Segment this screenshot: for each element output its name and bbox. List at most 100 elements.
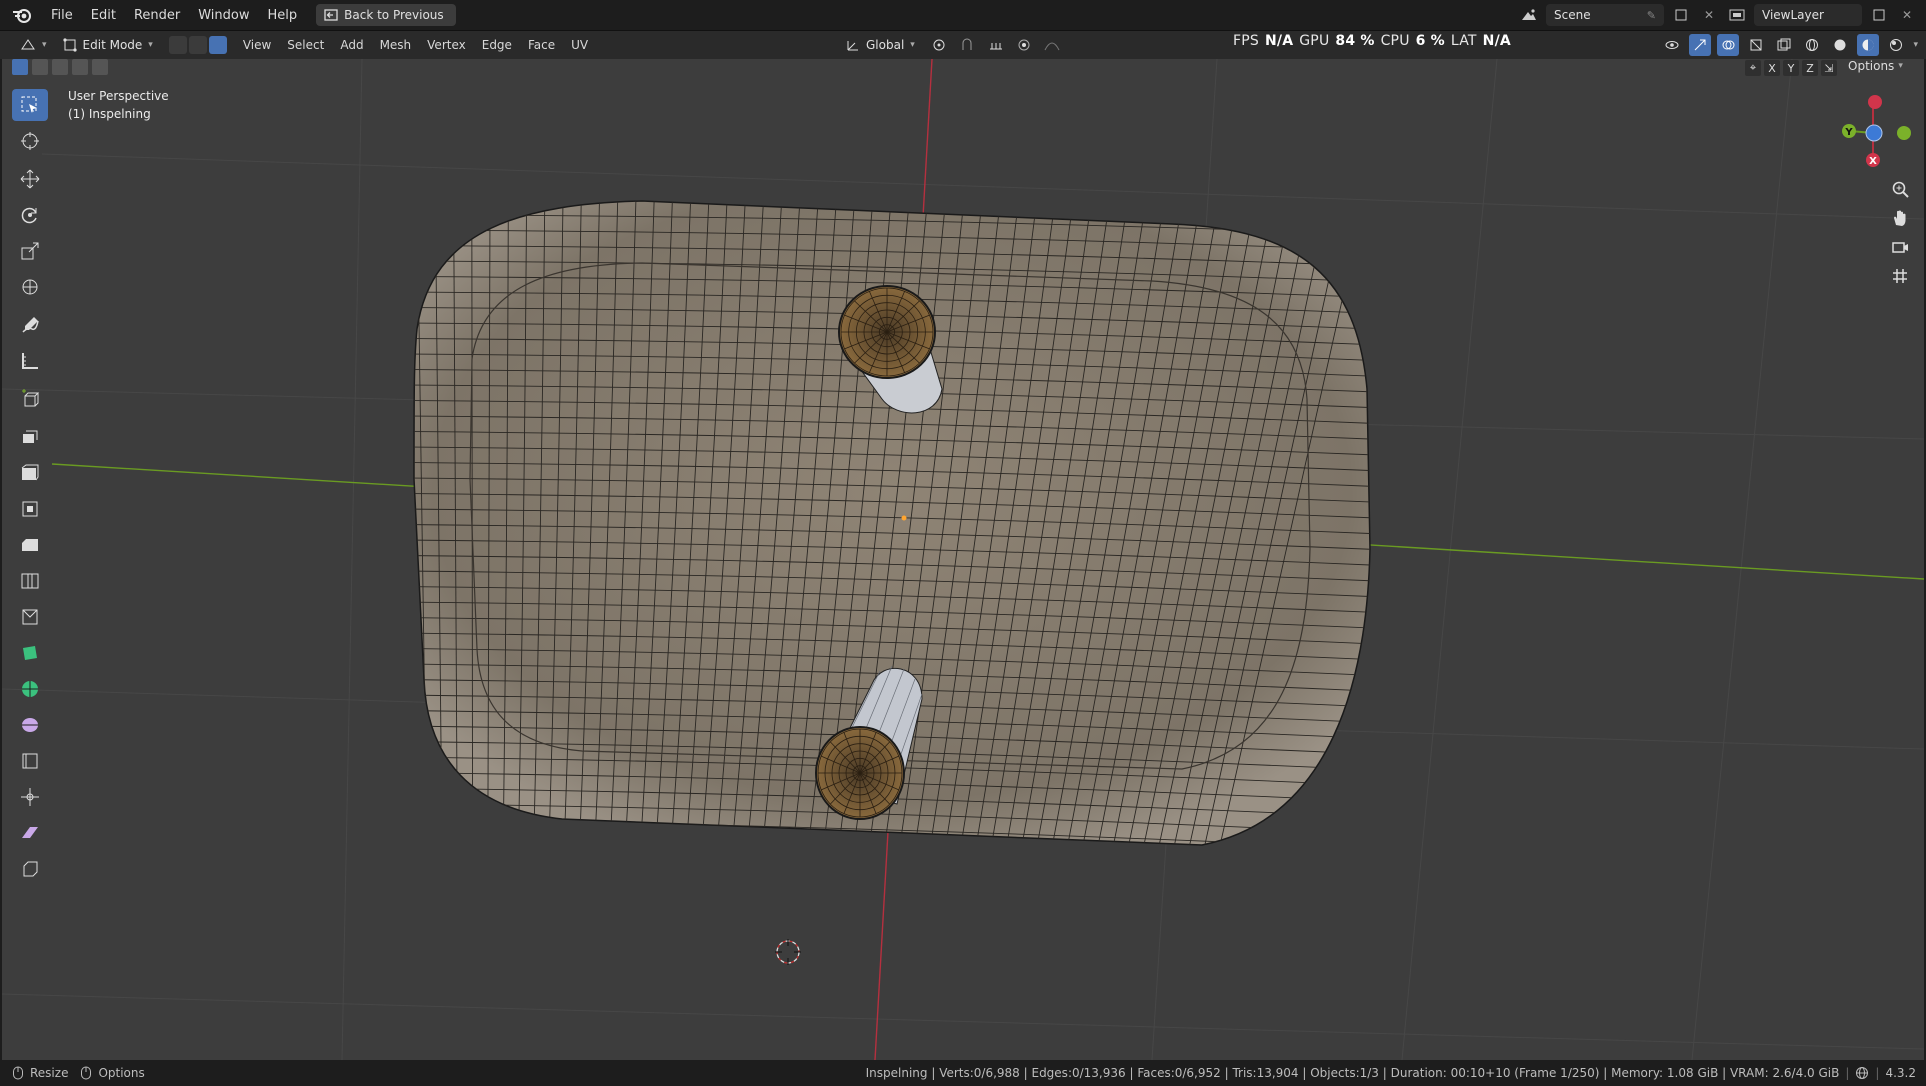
overlays-icon[interactable] <box>1717 34 1740 56</box>
back-to-previous-label: Back to Previous <box>344 8 444 22</box>
visibility-icon[interactable] <box>1661 34 1683 56</box>
hand-icon[interactable] <box>1886 204 1914 232</box>
wireframe-shading-icon[interactable] <box>1801 34 1823 56</box>
menu-select[interactable]: Select <box>279 38 332 52</box>
viewlayer-icon[interactable] <box>1726 4 1748 26</box>
back-to-previous-button[interactable]: Back to Previous <box>316 4 456 26</box>
falloff-icon[interactable] <box>1041 34 1063 56</box>
gizmo-neg-x[interactable] <box>1868 95 1882 109</box>
menu-view[interactable]: View <box>235 38 279 52</box>
shrink-tool[interactable] <box>12 745 48 777</box>
menu-uv[interactable]: UV <box>563 38 596 52</box>
scene-selector[interactable]: Scene ✎ <box>1546 4 1664 26</box>
rip-region-tool[interactable] <box>12 853 48 885</box>
new-scene-icon[interactable] <box>1670 4 1692 26</box>
menu-help[interactable]: Help <box>259 0 307 31</box>
rendered-shading-icon[interactable] <box>1885 34 1907 56</box>
rip-tool[interactable] <box>12 817 48 849</box>
scene-statistics: Inspelning | Verts:0/6,988 | Edges:0/13,… <box>865 1066 1840 1080</box>
mirror-options-icon[interactable]: ⌖ <box>1745 60 1761 76</box>
smooth-tool[interactable] <box>12 673 48 705</box>
spin-tool[interactable] <box>12 637 48 669</box>
select-intersect-icon[interactable] <box>92 59 108 75</box>
polybuild-tool[interactable] <box>12 601 48 633</box>
select-box-tool[interactable] <box>12 89 48 121</box>
menu-edit[interactable]: Edit <box>82 0 125 31</box>
editor-type-button[interactable]: ▾ <box>12 34 55 56</box>
add-cube-tool[interactable] <box>12 383 48 415</box>
mirror-y-toggle[interactable]: Y <box>1783 60 1799 76</box>
menu-render[interactable]: Render <box>125 0 189 31</box>
menu-window[interactable]: Window <box>189 0 258 31</box>
orientation-selector[interactable]: Global ▾ <box>838 34 923 56</box>
menu-face[interactable]: Face <box>520 38 563 52</box>
options-dropdown[interactable]: Options ▾ <box>1848 59 1903 73</box>
face-select-mode[interactable] <box>208 36 227 54</box>
transform-tool[interactable] <box>12 271 48 303</box>
gizmo-toggle-icon[interactable] <box>1689 34 1712 56</box>
options-label: Options <box>1848 59 1895 73</box>
shading-dropdown-icon[interactable]: ▾ <box>1913 40 1918 50</box>
measure-icon <box>22 353 38 369</box>
extrude-tool[interactable] <box>12 419 48 451</box>
select-new-icon[interactable] <box>12 59 28 75</box>
menu-vertex[interactable]: Vertex <box>419 38 474 52</box>
edge-slide-tool[interactable] <box>12 709 48 741</box>
zoom-icon[interactable] <box>1886 175 1914 203</box>
solid-shading-icon[interactable] <box>1829 34 1851 56</box>
mode-selector[interactable]: Edit Mode ▾ <box>55 34 161 56</box>
new-viewlayer-icon[interactable] <box>1868 4 1890 26</box>
orientation-icon <box>847 41 858 51</box>
knife-tool[interactable] <box>12 565 48 597</box>
mirror-x-toggle[interactable]: X <box>1764 60 1780 76</box>
mesh-overlays-icon[interactable] <box>1745 34 1767 56</box>
3d-cursor[interactable] <box>775 939 801 965</box>
inset-tool[interactable] <box>12 457 48 489</box>
scale-tool[interactable] <box>12 235 48 267</box>
menu-edge[interactable]: Edge <box>474 38 520 52</box>
annotate-tool[interactable] <box>12 309 48 341</box>
select-invert-icon[interactable] <box>72 59 88 75</box>
3d-viewport[interactable]: User Perspective (1) Inspelning <box>2 59 1924 1060</box>
material-shading-icon[interactable] <box>1857 34 1880 56</box>
measure-tool[interactable] <box>12 345 48 377</box>
cursor-tool[interactable] <box>12 125 48 157</box>
shear-tool[interactable] <box>12 781 48 813</box>
edge-select-mode[interactable] <box>188 36 207 54</box>
polybuild-icon <box>22 609 38 625</box>
scene-icon[interactable] <box>1518 4 1540 26</box>
mirror-z-toggle[interactable]: Z <box>1802 60 1818 76</box>
proportional-edit-icon[interactable] <box>1013 34 1035 56</box>
grid-icon[interactable] <box>1886 262 1914 290</box>
snap-icon[interactable] <box>957 34 979 56</box>
vertex-select-mode[interactable] <box>168 36 187 54</box>
xray-icon[interactable] <box>1773 34 1795 56</box>
move-tool[interactable] <box>12 163 48 195</box>
menu-mesh[interactable]: Mesh <box>372 38 420 52</box>
lat-value: N/A <box>1482 33 1511 49</box>
menu-add[interactable]: Add <box>332 38 371 52</box>
pin-icon[interactable]: ✎ <box>1647 9 1656 22</box>
snap-target-icon[interactable] <box>985 34 1007 56</box>
camera-icon[interactable] <box>1886 233 1914 261</box>
rotate-tool[interactable] <box>12 199 48 231</box>
navigation-gizmo[interactable]: Y X <box>1825 89 1915 169</box>
blender-logo-icon[interactable] <box>10 3 34 27</box>
pivot-icon[interactable] <box>929 34 951 56</box>
menu-file[interactable]: File <box>42 0 82 31</box>
gizmo-neg-y[interactable] <box>1897 126 1911 140</box>
select-extend-icon[interactable] <box>32 59 48 75</box>
rotate-icon <box>21 207 37 224</box>
viewlayer-selector[interactable]: ViewLayer <box>1754 4 1862 26</box>
loopcut-tool[interactable] <box>12 529 48 561</box>
select-subtract-icon[interactable] <box>52 59 68 75</box>
mesh-object[interactable] <box>402 189 1382 859</box>
selection-mode-row <box>12 59 108 75</box>
delete-viewlayer-icon[interactable]: ✕ <box>1896 4 1918 26</box>
gizmo-pos-z[interactable] <box>1865 124 1883 142</box>
bevel-tool[interactable] <box>12 493 48 525</box>
status-hint-resize: Resize <box>30 1066 69 1080</box>
auto-merge-icon[interactable]: ⇲ <box>1821 60 1837 76</box>
mouse-icon <box>13 1066 23 1080</box>
delete-scene-icon[interactable]: ✕ <box>1698 4 1720 26</box>
